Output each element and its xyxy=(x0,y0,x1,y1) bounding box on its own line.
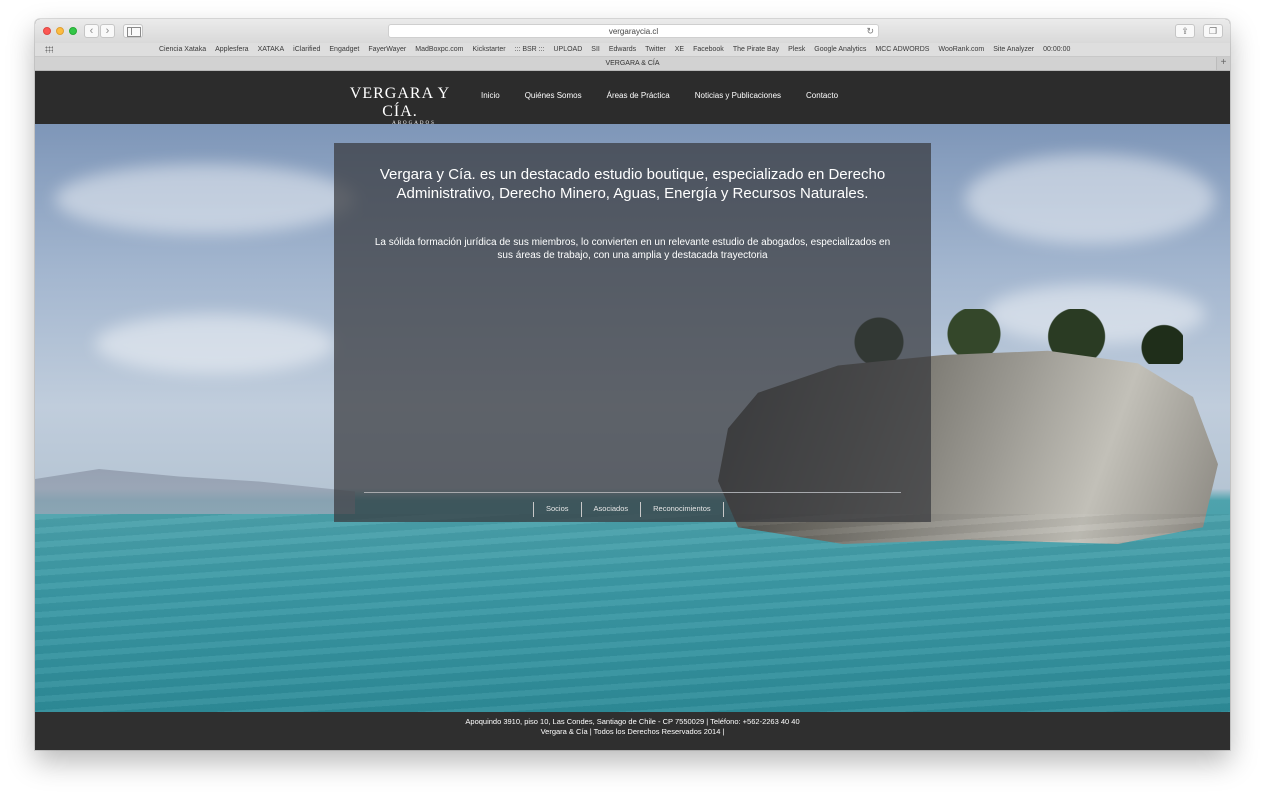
chevron-right-icon: › xyxy=(105,25,110,37)
bookmark-item[interactable]: XE xyxy=(675,43,684,56)
nav-link-areas-de-practica[interactable]: Áreas de Práctica xyxy=(607,91,670,100)
bookmark-item[interactable]: Applesfera xyxy=(215,43,248,56)
show-tabs-button[interactable]: ❐ xyxy=(1203,24,1223,38)
chevron-left-icon: ‹ xyxy=(89,25,94,37)
logo-name: VERGARA Y CÍA. xyxy=(349,85,451,120)
nav-link-quienes-somos[interactable]: Quiénes Somos xyxy=(525,91,582,100)
nav-link-noticias[interactable]: Noticias y Publicaciones xyxy=(695,91,781,100)
nav-link-contacto[interactable]: Contacto xyxy=(806,91,838,100)
hero-overlay-panel: Vergara y Cía. es un destacado estudio b… xyxy=(334,143,931,522)
active-tab-title[interactable]: VERGARA & CÍA xyxy=(605,60,659,67)
bookmark-item[interactable]: iClarified xyxy=(293,43,320,56)
bookmark-item[interactable]: XATAKA xyxy=(258,43,285,56)
bookmark-item[interactable]: Ciencia Xataka xyxy=(159,43,206,56)
hero-subtext: La sólida formación jurídica de sus miem… xyxy=(374,237,891,261)
bookmark-item[interactable]: Site Analyzer xyxy=(993,43,1034,56)
overlay-divider xyxy=(364,492,901,493)
address-bar[interactable]: vergaraycia.cl ↻ xyxy=(388,24,879,38)
plus-icon: + xyxy=(1220,57,1227,68)
sub-nav-link-reconocimientos[interactable]: Reconocimientos xyxy=(640,502,724,517)
hero-sub-nav: Socios Asociados Reconocimientos xyxy=(533,502,724,517)
main-nav: Inicio Quiénes Somos Áreas de Práctica N… xyxy=(481,91,863,100)
hero-background-cloud xyxy=(965,154,1215,244)
tab-bar: VERGARA & CÍA + xyxy=(35,57,1230,71)
hero-background-mountains xyxy=(35,469,355,514)
site-logo[interactable]: VERGARA Y CÍA. ABOGADOS xyxy=(335,85,465,127)
sub-nav-link-asociados[interactable]: Asociados xyxy=(580,502,641,517)
footer-address: Apoquindo 3910, piso 10, Las Condes, San… xyxy=(465,717,800,726)
bookmark-item[interactable]: SII xyxy=(591,43,600,56)
bookmark-folder[interactable]: ::: BSR ::: xyxy=(515,43,545,56)
bookmark-item[interactable]: 00:00:00 xyxy=(1043,43,1070,56)
bookmark-item[interactable]: Twitter xyxy=(645,43,666,56)
browser-window: ‹ › vergaraycia.cl ↻ ⇪ ❐ Ciencia Xataka … xyxy=(35,19,1230,750)
maximize-window-button[interactable] xyxy=(69,27,77,35)
close-window-button[interactable] xyxy=(43,27,51,35)
nav-link-inicio[interactable]: Inicio xyxy=(481,91,500,100)
hero-headline: Vergara y Cía. es un destacado estudio b… xyxy=(379,166,886,202)
back-button[interactable]: ‹ xyxy=(84,24,99,38)
footer-copyright: Vergara & Cía | Todos los Derechos Reser… xyxy=(540,726,725,736)
site-header: VERGARA Y CÍA. ABOGADOS Inicio Quiénes S… xyxy=(35,71,1230,127)
top-sites-grid-icon[interactable] xyxy=(45,46,53,53)
site-footer: Apoquindo 3910, piso 10, Las Condes, San… xyxy=(35,712,1230,750)
forward-button[interactable]: › xyxy=(100,24,115,38)
tabs-icon: ❐ xyxy=(1208,26,1218,36)
bookmark-item[interactable]: Google Analytics xyxy=(814,43,866,56)
hero-background-cloud xyxy=(55,164,355,234)
reload-icon[interactable]: ↻ xyxy=(866,25,874,38)
bookmark-item[interactable]: Kickstarter xyxy=(472,43,505,56)
hero-background-lake xyxy=(35,514,1230,712)
bookmark-item[interactable]: FayerWayer xyxy=(368,43,406,56)
bookmark-item[interactable]: Engadget xyxy=(329,43,359,56)
bookmark-item[interactable]: UPLOAD xyxy=(554,43,583,56)
minimize-window-button[interactable] xyxy=(56,27,64,35)
bookmarks-bar: Ciencia Xataka Applesfera XATAKA iClarif… xyxy=(35,43,1230,57)
bookmark-item[interactable]: MadBoxpc.com xyxy=(415,43,463,56)
bookmark-item[interactable]: The Pirate Bay xyxy=(733,43,779,56)
bookmarks-list: Ciencia Xataka Applesfera XATAKA iClarif… xyxy=(159,43,1070,56)
bookmark-item[interactable]: Plesk xyxy=(788,43,805,56)
bookmark-item[interactable]: Edwards xyxy=(609,43,636,56)
url-text: vergaraycia.cl xyxy=(608,27,659,36)
sub-nav-link-socios[interactable]: Socios xyxy=(533,502,581,517)
hero-section: Vergara y Cía. es un destacado estudio b… xyxy=(35,124,1230,712)
browser-toolbar: ‹ › vergaraycia.cl ↻ ⇪ ❐ xyxy=(35,19,1230,43)
bookmark-item[interactable]: WooRank.com xyxy=(938,43,984,56)
new-tab-button[interactable]: + xyxy=(1216,57,1230,70)
hero-background-cloud xyxy=(95,314,335,374)
bookmark-item[interactable]: Facebook xyxy=(693,43,724,56)
bookmark-item[interactable]: MCC ADWORDS xyxy=(875,43,929,56)
share-button[interactable]: ⇪ xyxy=(1175,24,1195,38)
sidebar-toggle-button[interactable] xyxy=(123,24,143,38)
share-icon: ⇪ xyxy=(1181,26,1189,36)
